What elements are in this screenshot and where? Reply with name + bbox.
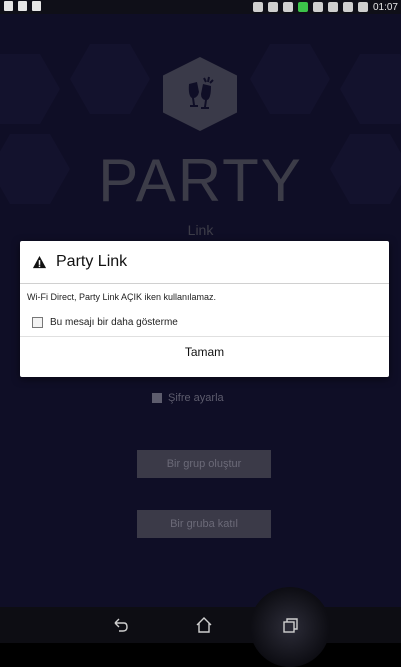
back-icon[interactable] <box>110 615 130 635</box>
dialog-header: Party Link <box>20 241 389 284</box>
signal2-icon <box>342 2 353 12</box>
password-checkbox[interactable]: Şifre ayarla <box>152 392 224 404</box>
battery-icon <box>357 2 368 12</box>
sim1-icon <box>297 2 308 12</box>
checkbox-box <box>152 393 162 403</box>
checkbox-box[interactable] <box>32 316 43 328</box>
create-group-button[interactable]: Bir grup oluştur <box>137 450 271 478</box>
wifi-icon <box>282 2 293 12</box>
dialog-title: Party Link <box>56 253 128 270</box>
ok-button[interactable]: Tamam <box>20 337 389 367</box>
status-bar: 01:07 <box>0 0 401 14</box>
status-time: 01:07 <box>372 1 398 13</box>
alert-dialog: Party Link Wi-Fi Direct, Party Link AÇIK… <box>20 241 389 377</box>
signal-icon <box>312 2 323 12</box>
dont-show-label: Bu mesajı bir daha gösterme <box>50 316 178 328</box>
calendar-icon <box>4 1 13 11</box>
dont-show-checkbox[interactable]: Bu mesajı bir daha gösterme <box>20 312 389 332</box>
mute-icon <box>267 2 278 12</box>
home-icon[interactable] <box>194 615 214 635</box>
password-label: Şifre ayarla <box>168 392 224 404</box>
dialog-message: Wi-Fi Direct, Party Link AÇIK iken kulla… <box>27 292 217 302</box>
recent-apps-icon[interactable] <box>280 615 300 635</box>
status-right: 01:07 <box>252 0 398 14</box>
join-group-button[interactable]: Bir gruba katıl <box>137 510 271 538</box>
file-icon <box>18 1 27 11</box>
warning-icon <box>32 255 47 268</box>
navigation-bar <box>0 587 401 667</box>
status-left <box>4 1 41 11</box>
sim2-icon <box>327 2 338 12</box>
image-icon <box>32 1 41 11</box>
vibrate-icon <box>252 2 263 12</box>
